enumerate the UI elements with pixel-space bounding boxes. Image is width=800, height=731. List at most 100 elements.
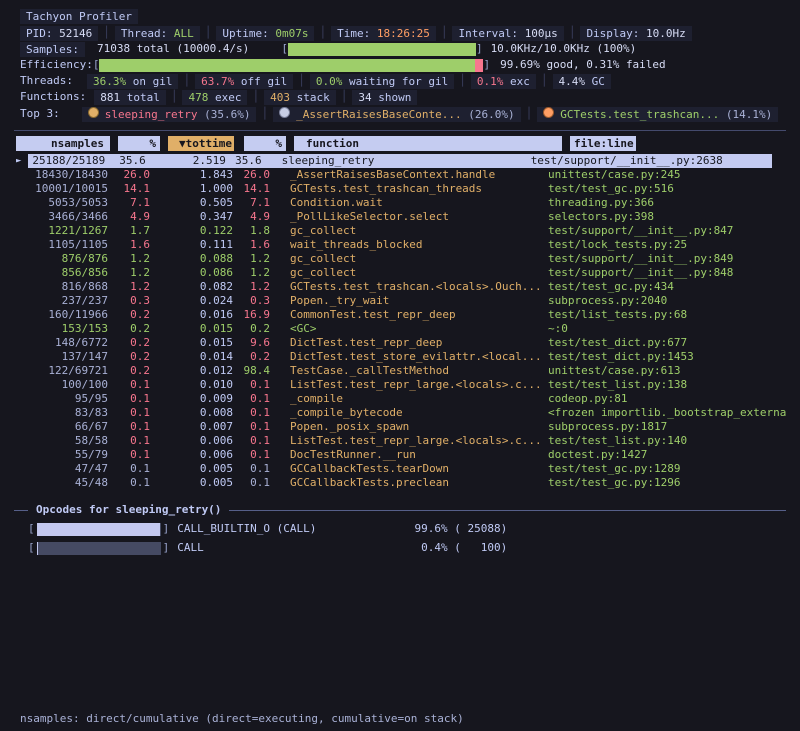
- exc-label: exc: [503, 75, 530, 88]
- table-row[interactable]: 137/1470.20.0140.2DictTest.test_store_ev…: [28, 350, 800, 364]
- cell-pct-cumulative: 0.1: [233, 448, 270, 462]
- table-row[interactable]: 95/950.10.0090.1_compilecodeop.py:81: [28, 392, 800, 406]
- cell-pct-direct: 0.2: [108, 350, 150, 364]
- exc-value: 0.1%: [477, 75, 504, 88]
- cell-pct-cumulative: 1.6: [233, 238, 270, 252]
- table-row[interactable]: 816/8681.20.0821.2GCTests.test_trashcan.…: [28, 280, 800, 294]
- cell-pct-direct: 0.1: [108, 448, 150, 462]
- table-row[interactable]: 160/119660.20.01616.9CommonTest.test_rep…: [28, 308, 800, 322]
- table-row[interactable]: 856/8561.20.0861.2gc_collecttest/support…: [28, 266, 800, 280]
- cell-pct-direct: 0.1: [108, 462, 150, 476]
- profiler-screen: Tachyon Profiler PID: 52146│Thread: ALL│…: [0, 0, 800, 731]
- table-row[interactable]: 58/580.10.0060.1ListTest.test_repr_large…: [28, 434, 800, 448]
- table-row[interactable]: 10001/1001514.11.00014.1GCTests.test_tra…: [28, 182, 800, 196]
- bracket: ]: [476, 41, 483, 57]
- functions-label: Functions:: [20, 89, 86, 105]
- separator: │: [200, 25, 217, 41]
- top3-label: Top 3:: [20, 106, 60, 122]
- cell-nsamples: 100/100: [28, 378, 108, 392]
- gc-label: GC: [585, 75, 605, 88]
- cell-file-line: test/test_gc.py:1296: [548, 476, 798, 490]
- table-row[interactable]: 876/8761.20.0881.2gc_collecttest/support…: [28, 252, 800, 266]
- table-row[interactable]: 237/2370.30.0240.3Popen._try_waitsubproc…: [28, 294, 800, 308]
- pid-field: PID: 52146: [20, 26, 98, 41]
- separator: │: [521, 106, 538, 122]
- cell-file-line: test/test_list.py:140: [548, 434, 798, 448]
- thread-field[interactable]: Thread: ALL: [115, 26, 200, 41]
- cell-file-line: test/test_list.py:138: [548, 378, 798, 392]
- table-row[interactable]: 47/470.10.0050.1GCCallbackTests.tearDown…: [28, 462, 800, 476]
- cell-nsamples: 1221/1267: [28, 224, 108, 238]
- table-row[interactable]: 153/1530.20.0150.2<GC>~:0: [28, 322, 800, 336]
- cell-function: DocTestRunner.__run: [270, 448, 548, 462]
- cell-nsamples: 137/147: [28, 350, 108, 364]
- offgil-label: off gil: [234, 75, 287, 88]
- table-row[interactable]: 148/67720.20.0159.6DictTest.test_repr_de…: [28, 336, 800, 350]
- cell-function: _compile_bytecode: [270, 406, 548, 420]
- table-row[interactable]: 55/790.10.0060.1DocTestRunner.__rundocte…: [28, 448, 800, 462]
- exec-value: 478: [188, 91, 208, 104]
- table-row[interactable]: 1105/11051.60.1111.6wait_threads_blocked…: [28, 238, 800, 252]
- cell-function: Popen._try_wait: [270, 294, 548, 308]
- dash: [14, 510, 28, 511]
- cell-function: DictTest.test_store_evilattr.<local...: [270, 350, 548, 364]
- cell-tottime: 2.519: [146, 154, 226, 168]
- cell-tottime: 0.006: [150, 434, 233, 448]
- table-row[interactable]: 122/697210.20.01298.4TestCase._callTestM…: [28, 364, 800, 378]
- functions-exec: 478 exec: [182, 90, 247, 105]
- table-row[interactable]: 1221/12671.70.1221.8gc_collecttest/suppo…: [28, 224, 800, 238]
- column-header-function[interactable]: function: [294, 136, 562, 151]
- cell-function: ListTest.test_repr_large.<locals>.c...: [270, 434, 548, 448]
- cell-tottime: 1.843: [150, 168, 233, 182]
- cell-pct-direct: 35.6: [105, 154, 146, 168]
- bracket: [: [93, 57, 100, 73]
- opcode-row: [] CALL 0.4% ( 100): [28, 540, 800, 556]
- cell-pct-direct: 0.2: [108, 336, 150, 350]
- shown-value: 34: [358, 91, 371, 104]
- table-row[interactable]: 18430/1843026.01.84326.0_AssertRaisesBas…: [28, 168, 800, 182]
- cell-pct-cumulative: 0.2: [233, 322, 270, 336]
- cell-file-line: test/support/__init__.py:847: [548, 224, 798, 238]
- cell-pct-direct: 7.1: [108, 196, 150, 210]
- threads-waiting: 0.0% waiting for gil: [310, 74, 454, 89]
- column-header-pct2[interactable]: %: [244, 136, 286, 151]
- separator: │: [98, 25, 115, 41]
- cell-function: _compile: [270, 392, 548, 406]
- cell-pct-direct: 0.1: [108, 392, 150, 406]
- silver-medal-icon: [279, 107, 290, 118]
- total-label: total: [120, 91, 160, 104]
- cell-pct-direct: 0.1: [108, 406, 150, 420]
- cell-function: GCCallbackTests.preclean: [270, 476, 548, 490]
- threads-offgil: 63.7% off gil: [195, 74, 293, 89]
- status-line: PID: 52146│Thread: ALL│Uptime: 0m07s│Tim…: [20, 25, 800, 41]
- efficiency-gauge: [99, 59, 483, 72]
- table-row[interactable]: 83/830.10.0080.1_compile_bytecode<frozen…: [28, 406, 800, 420]
- column-header-nsamples[interactable]: nsamples: [16, 136, 110, 151]
- column-header-pct1[interactable]: %: [118, 136, 160, 151]
- cell-tottime: 0.012: [150, 364, 233, 378]
- uptime-field: Uptime: 0m07s: [216, 26, 314, 41]
- bracket: ]: [163, 540, 170, 556]
- cell-tottime: 1.000: [150, 182, 233, 196]
- table-row[interactable]: 66/670.10.0070.1Popen._posix_spawnsubpro…: [28, 420, 800, 434]
- column-header-file[interactable]: file:line: [570, 136, 636, 151]
- footer: nsamples: direct/cumulative (direct=exec…: [20, 666, 464, 731]
- pid-value: 52146: [59, 27, 92, 40]
- table-row[interactable]: ►25188/2518935.62.51935.6sleeping_retryt…: [28, 154, 772, 168]
- pid-label: PID:: [26, 27, 53, 40]
- table-row[interactable]: 45/480.10.0050.1GCCallbackTests.preclean…: [28, 476, 800, 490]
- cell-pct-cumulative: 1.2: [233, 252, 270, 266]
- cell-pct-cumulative: 1.2: [233, 266, 270, 280]
- cell-pct-direct: 1.7: [108, 224, 150, 238]
- display-field: Display: 10.0Hz: [580, 26, 691, 41]
- cell-function: gc_collect: [270, 224, 548, 238]
- cell-nsamples: 95/95: [28, 392, 108, 406]
- table-row[interactable]: 3466/34664.90.3474.9_PollLikeSelector.se…: [28, 210, 800, 224]
- cell-tottime: 0.009: [150, 392, 233, 406]
- table-row[interactable]: 5053/50537.10.5057.1Condition.waitthread…: [28, 196, 800, 210]
- cell-nsamples: 47/47: [28, 462, 108, 476]
- column-header-tottime-sorted[interactable]: ▼tottime: [168, 136, 234, 151]
- top3-item-2: _AssertRaisesBaseConte... (26.0%): [273, 107, 521, 122]
- table-row[interactable]: 100/1000.10.0100.1ListTest.test_repr_lar…: [28, 378, 800, 392]
- total-value: 881: [100, 91, 120, 104]
